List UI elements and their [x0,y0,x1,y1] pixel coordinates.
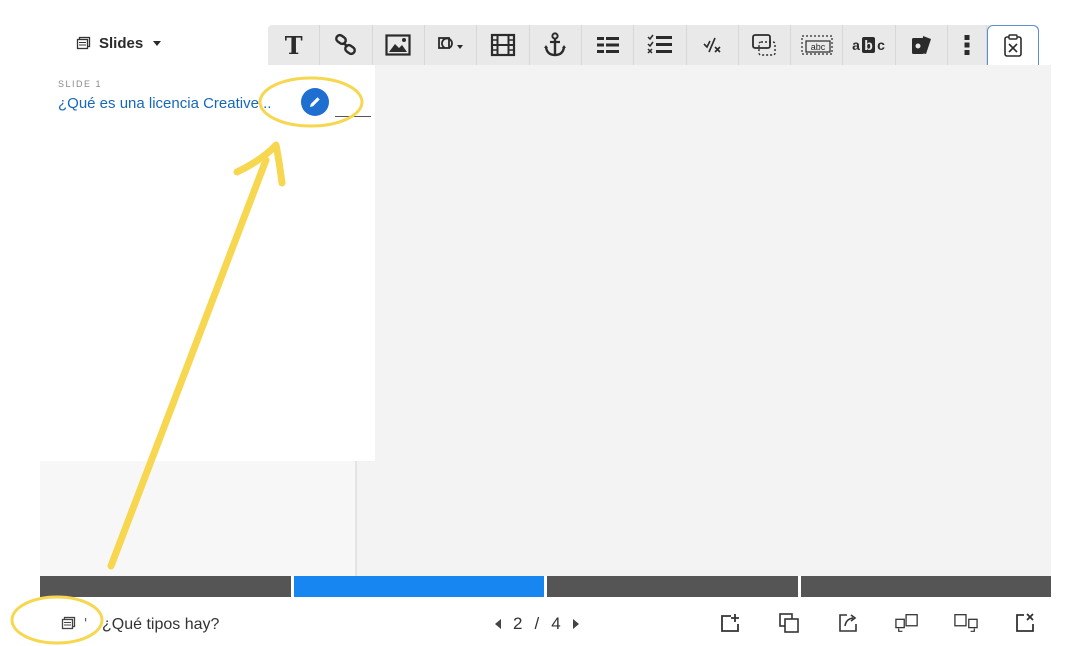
export-slide-icon [839,614,857,632]
pencil-icon [310,97,320,107]
slide-actions [718,611,1037,635]
progress-segment[interactable] [40,576,291,597]
text-icon: T [284,30,303,60]
fill-blanks-tool-button[interactable]: abc [791,25,844,65]
current-slide-title: ¿Qué tipos hay? [102,616,220,633]
export-slide-button[interactable] [836,611,860,635]
add-slide-button[interactable] [718,611,742,635]
delete-slide-button[interactable] [1013,611,1037,635]
progress-segment[interactable] [547,576,798,597]
slides-menu-button[interactable]: Slides [76,30,162,56]
svg-text:a: a [852,37,860,53]
film-icon [490,33,516,57]
slide-title-link[interactable]: ¿Qué es una licencia Creative... [58,95,298,112]
more-vertical-icon [964,35,970,55]
more-tool-button[interactable] [948,25,987,65]
pagination: 2 / 4 [495,614,579,634]
fill-blanks-icon: abc [801,35,833,55]
anchor-icon [544,32,567,57]
image-tool-button[interactable] [373,25,425,65]
hotspot-icon [752,34,777,56]
slide-number-label: SLIDE 1 [58,79,103,89]
link-icon [335,33,356,56]
previous-slide-icon[interactable] [495,619,501,629]
toggle-list-icon [596,37,619,53]
slide-progress-bar [40,576,1051,597]
progress-segment[interactable] [800,576,1051,597]
anchor-tool-button[interactable] [530,25,582,65]
fraction-tool-button[interactable] [687,25,739,65]
move-slide-left-button[interactable] [895,611,919,635]
shapes-icon [437,37,463,49]
flashcards-icon [912,36,932,54]
add-slide-icon [721,614,739,632]
checklist-tool-button[interactable] [634,25,687,65]
mark-words-tool-button[interactable]: abc [843,25,896,65]
progress-segment-active[interactable] [293,576,544,597]
editor-toolbar: T abc abc [268,25,1039,65]
clipboard-paste-icon [1003,33,1022,57]
footer-bar: ' ¿Qué tipos hay? 2 / 4 [40,597,1051,646]
svg-text:abc: abc [811,42,826,52]
editor-area: SLIDE 1 ¿Qué es una licencia Creative... [40,65,1051,576]
shapes-tool-button[interactable] [425,25,478,65]
card-divider [335,116,371,117]
mark-words-icon: abc [852,37,885,53]
svg-text:c: c [877,37,885,53]
clone-slide-icon [779,613,799,633]
move-slide-right-icon [954,614,978,632]
page-separator: / [534,614,540,633]
video-tool-button[interactable] [477,25,530,65]
link-tool-button[interactable] [320,25,373,65]
total-pages: 4 [551,614,561,633]
collapse-indicator: ' [84,616,88,630]
delete-slide-icon [1016,613,1034,632]
image-icon [385,34,411,56]
slides-toggle-icon[interactable] [61,616,76,635]
fraction-icon [703,37,721,53]
flashcards-tool-button[interactable] [896,25,949,65]
move-slide-left-icon [895,614,918,632]
slides-menu-label: Slides [99,34,144,52]
slide-card[interactable]: SLIDE 1 ¿Qué es una licencia Creative... [40,65,375,461]
svg-text:b: b [864,37,873,53]
paste-tool-button[interactable] [986,25,1039,65]
next-slide-icon[interactable] [572,619,579,629]
checklist-icon [647,34,672,54]
slides-stack-icon [76,36,91,51]
chevron-down-icon [153,40,162,46]
text-tool-button[interactable]: T [268,25,321,65]
edit-slide-button[interactable] [301,88,329,116]
current-page: 2 [513,614,523,633]
move-slide-right-button[interactable] [954,611,978,635]
hotspot-tool-button[interactable] [739,25,792,65]
clone-slide-button[interactable] [777,611,801,635]
toggle-tool-button[interactable] [582,25,635,65]
